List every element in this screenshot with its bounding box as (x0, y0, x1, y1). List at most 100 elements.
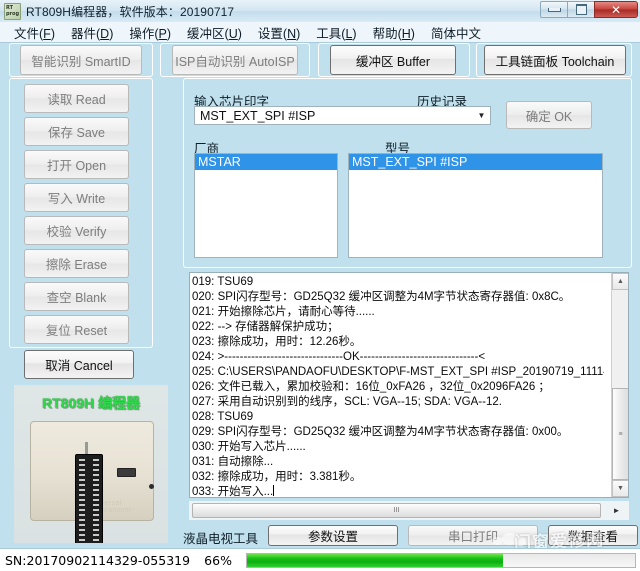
menu-bar: 文件(F) 器件(D) 操作(P) 缓冲区(U) 设置(N) 工具(L) 帮助(… (0, 22, 640, 43)
chevron-down-icon[interactable]: ▼ (473, 107, 490, 124)
menu-item-tools[interactable]: 工具(L) (308, 21, 364, 44)
log-line: 020: SPI闪存型号：GD25Q32 缓冲区调整为4M字节状态寄存器值: 0… (192, 291, 571, 303)
maximize-icon (575, 4, 587, 15)
scroll-down-button[interactable]: ▼ (612, 480, 628, 497)
vertical-scroll-thumb[interactable]: ≡ (612, 388, 628, 480)
rt809h-programmer-window: RT prog RT809H编程器，软件版本：20190717 ✕ 文件(F) 器… (0, 0, 640, 571)
menu-label-settings: 设置( (257, 26, 288, 41)
menu-accel-operation: P (158, 26, 167, 41)
log-text-area[interactable]: 019: TSU69 020: SPI闪存型号：GD25Q32 缓冲区调整为4M… (190, 275, 604, 497)
save-button[interactable]: 保存 Save (24, 117, 129, 146)
maximize-button[interactable] (567, 1, 594, 18)
menu-accel-settings: N (287, 26, 297, 41)
log-line: 032: 擦除成功，用时：3.381秒。 (192, 471, 362, 483)
buffer-button-label: 缓冲区 Buffer (355, 54, 431, 69)
toolchain-button-label: 工具链面板 Toolchain (495, 54, 615, 69)
close-icon: ✕ (610, 2, 622, 17)
device-usb-port (117, 468, 136, 477)
log-line: 025: C:\USERS\PANDAOFU\DESKTOP\F-MST_EXT… (192, 366, 604, 378)
menu-item-buffer[interactable]: 缓冲区(U) (179, 21, 250, 44)
ok-button[interactable]: 确定 OK (506, 101, 592, 129)
app-icon: RT prog (4, 2, 21, 20)
device-zif-socket (75, 454, 103, 543)
menu-item-help[interactable]: 帮助(H) (365, 21, 423, 44)
device-body: Universal Programmer (30, 421, 154, 543)
minimize-button[interactable] (540, 1, 567, 18)
cancel-button[interactable]: 取消 Cancel (24, 350, 134, 379)
serial-number-label: SN:20170902114329-055319 (5, 552, 191, 568)
menu-accel-device: D (100, 26, 110, 41)
menu-accel-buffer: U (228, 26, 238, 41)
data-view-button[interactable]: 数据查看 (548, 525, 638, 546)
device-led (149, 484, 154, 489)
menu-label-file: 文件( (14, 26, 44, 41)
bottom-action-bar: 液晶电视工具 参数设置 串口打印 数据查看 (183, 524, 640, 548)
log-line-last-text: 033: 开始写入... (192, 486, 274, 497)
log-line: 021: 开始擦除芯片，请耐心等待...... (192, 306, 375, 318)
lcd-tv-tool-label: 液晶电视工具 (183, 532, 259, 546)
menu-post-device: ) (109, 26, 114, 41)
menu-post-help: ) (410, 26, 415, 41)
menu-label-tools: 工具( (316, 26, 346, 41)
log-line: 029: SPI闪存型号：GD25Q32 缓冲区调整为4M字节状态寄存器值: 0… (192, 426, 569, 438)
log-vertical-scrollbar[interactable]: ▲ ≡ ▼ (611, 273, 628, 497)
close-button[interactable]: ✕ (594, 1, 638, 18)
chip-name-combobox[interactable]: MST_EXT_SPI #ISP ▼ (194, 106, 491, 125)
window-title: RT809H编程器，软件版本：20190717 (26, 4, 235, 19)
menu-post-operation: ) (166, 26, 172, 41)
menu-post-buffer: ) (237, 26, 242, 41)
horizontal-scroll-thumb[interactable]: III (192, 503, 601, 518)
scroll-up-button[interactable]: ▲ (612, 273, 628, 290)
menu-accel-help: H (401, 26, 411, 41)
progress-percent-label: 66% (204, 552, 232, 568)
log-line: 031: 自动擦除... (192, 456, 274, 468)
verify-button[interactable]: 校验 Verify (24, 216, 129, 245)
log-horizontal-scrollbar[interactable]: III ► (189, 501, 629, 520)
cancel-button-label: 取消 Cancel (45, 359, 113, 373)
progress-bar-fill (247, 553, 504, 567)
erase-button[interactable]: 擦除 Erase (24, 249, 129, 278)
param-settings-button[interactable]: 参数设置 (268, 525, 398, 546)
vendor-listbox[interactable]: MSTAR (194, 153, 338, 258)
write-button[interactable]: 写入 Write (24, 183, 129, 212)
read-button[interactable]: 读取 Read (24, 84, 129, 113)
top-toolbar: 智能识别 SmartID ISP自动识别 AutoISP 缓冲区 Buffer … (0, 43, 640, 77)
smartid-button[interactable]: 智能识别 SmartID (20, 45, 142, 75)
model-listbox[interactable]: MST_EXT_SPI #ISP (348, 153, 603, 258)
device-photo: RT809H 编程器 Universal Programmer (14, 385, 168, 543)
menu-item-device[interactable]: 器件(D) (63, 21, 121, 44)
minimize-icon (547, 7, 561, 12)
open-button[interactable]: 打开 Open (24, 150, 129, 179)
text-caret (273, 485, 275, 496)
blank-button[interactable]: 查空 Blank (24, 282, 129, 311)
menu-item-language[interactable]: 简体中文 (423, 21, 489, 44)
menu-label-buffer: 缓冲区( (187, 26, 229, 41)
model-list-item-selected[interactable]: MST_EXT_SPI #ISP (349, 154, 602, 170)
menu-accel-file: F (43, 26, 51, 41)
log-line: 028: TSU69 (192, 411, 254, 423)
menu-label-device: 器件( (70, 26, 101, 41)
menu-item-file[interactable]: 文件(F) (6, 21, 63, 44)
buffer-button[interactable]: 缓冲区 Buffer (330, 45, 456, 75)
reset-button[interactable]: 复位 Reset (24, 315, 129, 344)
log-line: 023: 擦除成功，用时：12.26秒。 (192, 336, 362, 348)
autoisp-button[interactable]: ISP自动识别 AutoISP (172, 45, 298, 75)
log-line: 019: TSU69 (192, 276, 254, 288)
log-line: 027: 采用自动识别到的线序，SCL: VGA--15; SDA: VGA--… (192, 396, 502, 408)
log-line: 022: --> 存储器解保护成功； (192, 321, 339, 333)
log-line: 033: 开始写入... (192, 485, 604, 497)
menu-item-settings[interactable]: 设置(N) (250, 21, 308, 44)
log-line: 024: >-------------------------------OK-… (192, 351, 486, 363)
chip-name-input[interactable]: MST_EXT_SPI #ISP (195, 109, 473, 123)
menu-post-settings: ) (296, 26, 301, 41)
toolchain-button[interactable]: 工具链面板 Toolchain (484, 45, 626, 75)
menu-post-file: ) (50, 26, 55, 41)
menu-item-operation[interactable]: 操作(P) (121, 21, 179, 44)
serial-print-button[interactable]: 串口打印 (408, 525, 538, 546)
log-line: 030: 开始写入芯片...... (192, 441, 306, 453)
window-controls: ✕ (540, 1, 638, 18)
menu-label-operation: 操作( (129, 26, 159, 41)
scroll-right-button[interactable]: ► (610, 504, 623, 517)
log-output-panel[interactable]: 019: TSU69 020: SPI闪存型号：GD25Q32 缓冲区调整为4M… (189, 272, 629, 498)
vendor-list-item-selected[interactable]: MSTAR (195, 154, 337, 170)
